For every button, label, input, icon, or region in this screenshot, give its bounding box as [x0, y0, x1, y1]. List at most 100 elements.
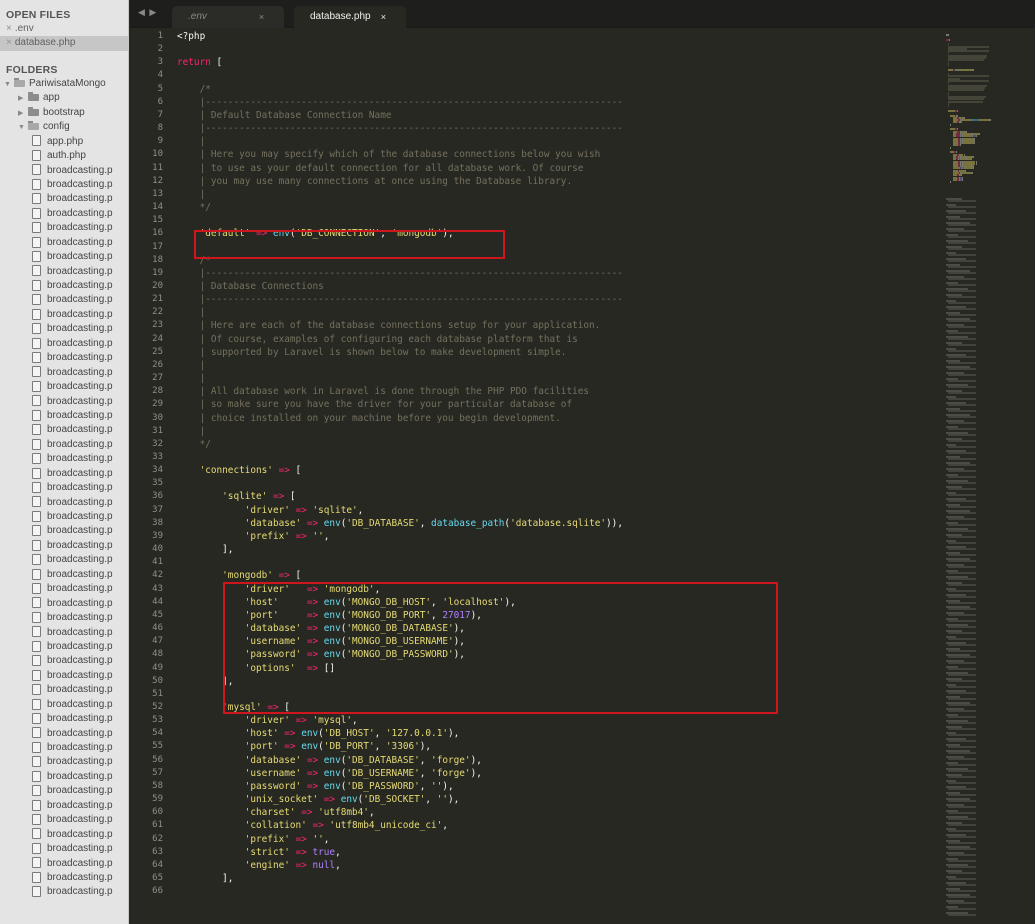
tree-file-item[interactable]: broadcasting.p [0, 409, 128, 423]
tree-file-item[interactable]: broadcasting.p [0, 597, 128, 611]
code-line: 'engine' => null, [244, 859, 341, 871]
close-icon[interactable]: × [381, 6, 386, 28]
tree-file-item[interactable]: broadcasting.p [0, 712, 128, 726]
tree-file-item[interactable]: broadcasting.p [0, 755, 128, 769]
line-number: 55 [152, 741, 163, 752]
tab-env[interactable]: .env × [172, 6, 284, 28]
tree-file-item[interactable]: broadcasting.p [0, 727, 128, 741]
minimap-line [948, 776, 976, 778]
tree-file-item[interactable]: broadcasting.p [0, 857, 128, 871]
tree-file-item[interactable]: broadcasting.p [0, 467, 128, 481]
tree-file-item[interactable]: broadcasting.p [0, 221, 128, 235]
chevron-right-icon[interactable]: ▶ [18, 92, 28, 105]
close-icon[interactable]: × [6, 37, 12, 48]
tree-file-item[interactable]: broadcasting.p [0, 669, 128, 683]
tree-file-item[interactable]: broadcasting.p [0, 293, 128, 307]
line-number: 65 [152, 873, 163, 883]
tree-file-item[interactable]: broadcasting.p [0, 626, 128, 640]
tree-folder-item[interactable]: ▶ bootstrap [0, 106, 128, 120]
tree-file-item[interactable]: broadcasting.p [0, 265, 128, 279]
minimap-line [948, 482, 976, 484]
tree-file-item[interactable]: broadcasting.p [0, 496, 128, 510]
tree-file-item[interactable]: broadcasting.p [0, 322, 128, 336]
tree-file-item[interactable]: auth.php [0, 149, 128, 163]
file-icon [32, 178, 41, 190]
minimap-line [948, 392, 976, 394]
tree-file-item[interactable]: broadcasting.p [0, 178, 128, 192]
tree-file-item[interactable]: broadcasting.p [0, 308, 128, 322]
tree-file-item[interactable]: broadcasting.p [0, 813, 128, 827]
tree-file-item[interactable]: broadcasting.p [0, 799, 128, 813]
tree-file-item[interactable]: broadcasting.p [0, 395, 128, 409]
line-number: 28 [152, 386, 163, 397]
open-file-item[interactable]: × database.php [0, 36, 128, 51]
tree-file-item[interactable]: broadcasting.p [0, 828, 128, 842]
tree-file-item[interactable]: broadcasting.p [0, 770, 128, 784]
tree-folder-item[interactable]: ▼ PariwisataMongo [0, 77, 128, 91]
open-file-item[interactable]: × .env [0, 22, 128, 36]
tree-file-item[interactable]: broadcasting.p [0, 654, 128, 668]
line-number: 1 [157, 31, 163, 41]
tree-file-item[interactable]: broadcasting.p [0, 871, 128, 885]
line-number: 24 [152, 333, 163, 344]
tab-database-php[interactable]: database.php × [294, 6, 406, 28]
tree-file-item[interactable]: broadcasting.p [0, 582, 128, 596]
line-number: 15 [152, 215, 163, 226]
code-line: 'mysql' => [ [222, 701, 290, 713]
tree-file-item[interactable]: broadcasting.p [0, 452, 128, 466]
close-icon[interactable]: × [259, 6, 264, 28]
tree-file-item[interactable]: broadcasting.p [0, 524, 128, 538]
tree-file-item[interactable]: broadcasting.p [0, 510, 128, 524]
line-number: 52 [152, 701, 163, 712]
tree-file-item[interactable]: broadcasting.p [0, 438, 128, 452]
tree-file-item[interactable]: broadcasting.p [0, 784, 128, 798]
tree-file-item[interactable]: broadcasting.p [0, 366, 128, 380]
tree-file-item[interactable]: broadcasting.p [0, 568, 128, 582]
file-icon [32, 597, 41, 609]
tree-file-item[interactable]: broadcasting.p [0, 351, 128, 365]
tree-file-item[interactable]: broadcasting.p [0, 164, 128, 178]
tree-file-item[interactable]: broadcasting.p [0, 683, 128, 697]
tree-file-item[interactable]: broadcasting.p [0, 380, 128, 394]
tree-file-item[interactable]: broadcasting.p [0, 611, 128, 625]
minimap-line [948, 884, 976, 886]
tree-file-item[interactable]: broadcasting.p [0, 842, 128, 856]
tree-file-item[interactable]: app.php [0, 135, 128, 149]
tree-file-item[interactable]: broadcasting.p [0, 539, 128, 553]
tree-folder-item[interactable]: ▼ config [0, 120, 128, 134]
minimap-line [958, 68, 967, 71]
chevron-down-icon[interactable]: ▼ [4, 78, 14, 91]
file-icon [32, 814, 41, 826]
minimap-line [948, 566, 976, 568]
line-number: 45 [152, 609, 163, 620]
tree-file-item[interactable]: broadcasting.p [0, 885, 128, 899]
tree-file-item[interactable]: broadcasting.p [0, 250, 128, 264]
tree-item-label: PariwisataMongo [29, 77, 106, 89]
line-number: 25 [152, 346, 163, 357]
tree-file-item[interactable]: broadcasting.p [0, 192, 128, 206]
tab-nav-arrows-icon[interactable]: ◀ ▶ [138, 7, 157, 18]
tree-file-item[interactable]: broadcasting.p [0, 640, 128, 654]
minimap-line [948, 476, 976, 478]
minimap[interactable] [942, 28, 1035, 924]
file-icon [32, 236, 41, 248]
tree-file-item[interactable]: broadcasting.p [0, 698, 128, 712]
chevron-down-icon[interactable]: ▼ [18, 121, 28, 134]
tree-item-label: broadcasting.p [47, 828, 113, 840]
chevron-right-icon[interactable]: ▶ [18, 107, 28, 120]
tree-file-item[interactable]: broadcasting.p [0, 481, 128, 495]
tree-file-item[interactable]: broadcasting.p [0, 337, 128, 351]
minimap-line [950, 146, 952, 149]
tree-file-item[interactable]: broadcasting.p [0, 553, 128, 567]
code-editor[interactable]: <?php return [ /* |----------------------… [177, 28, 937, 924]
minimap-line [948, 710, 976, 712]
minimap-line [948, 416, 976, 418]
tree-file-item[interactable]: broadcasting.p [0, 423, 128, 437]
tree-file-item[interactable]: broadcasting.p [0, 207, 128, 221]
tree-file-item[interactable]: broadcasting.p [0, 741, 128, 755]
close-icon[interactable]: × [6, 23, 12, 34]
tree-folder-item[interactable]: ▶ app [0, 91, 128, 105]
tree-file-item[interactable]: broadcasting.p [0, 236, 128, 250]
tree-file-item[interactable]: broadcasting.p [0, 279, 128, 293]
line-number: 34 [152, 465, 163, 476]
